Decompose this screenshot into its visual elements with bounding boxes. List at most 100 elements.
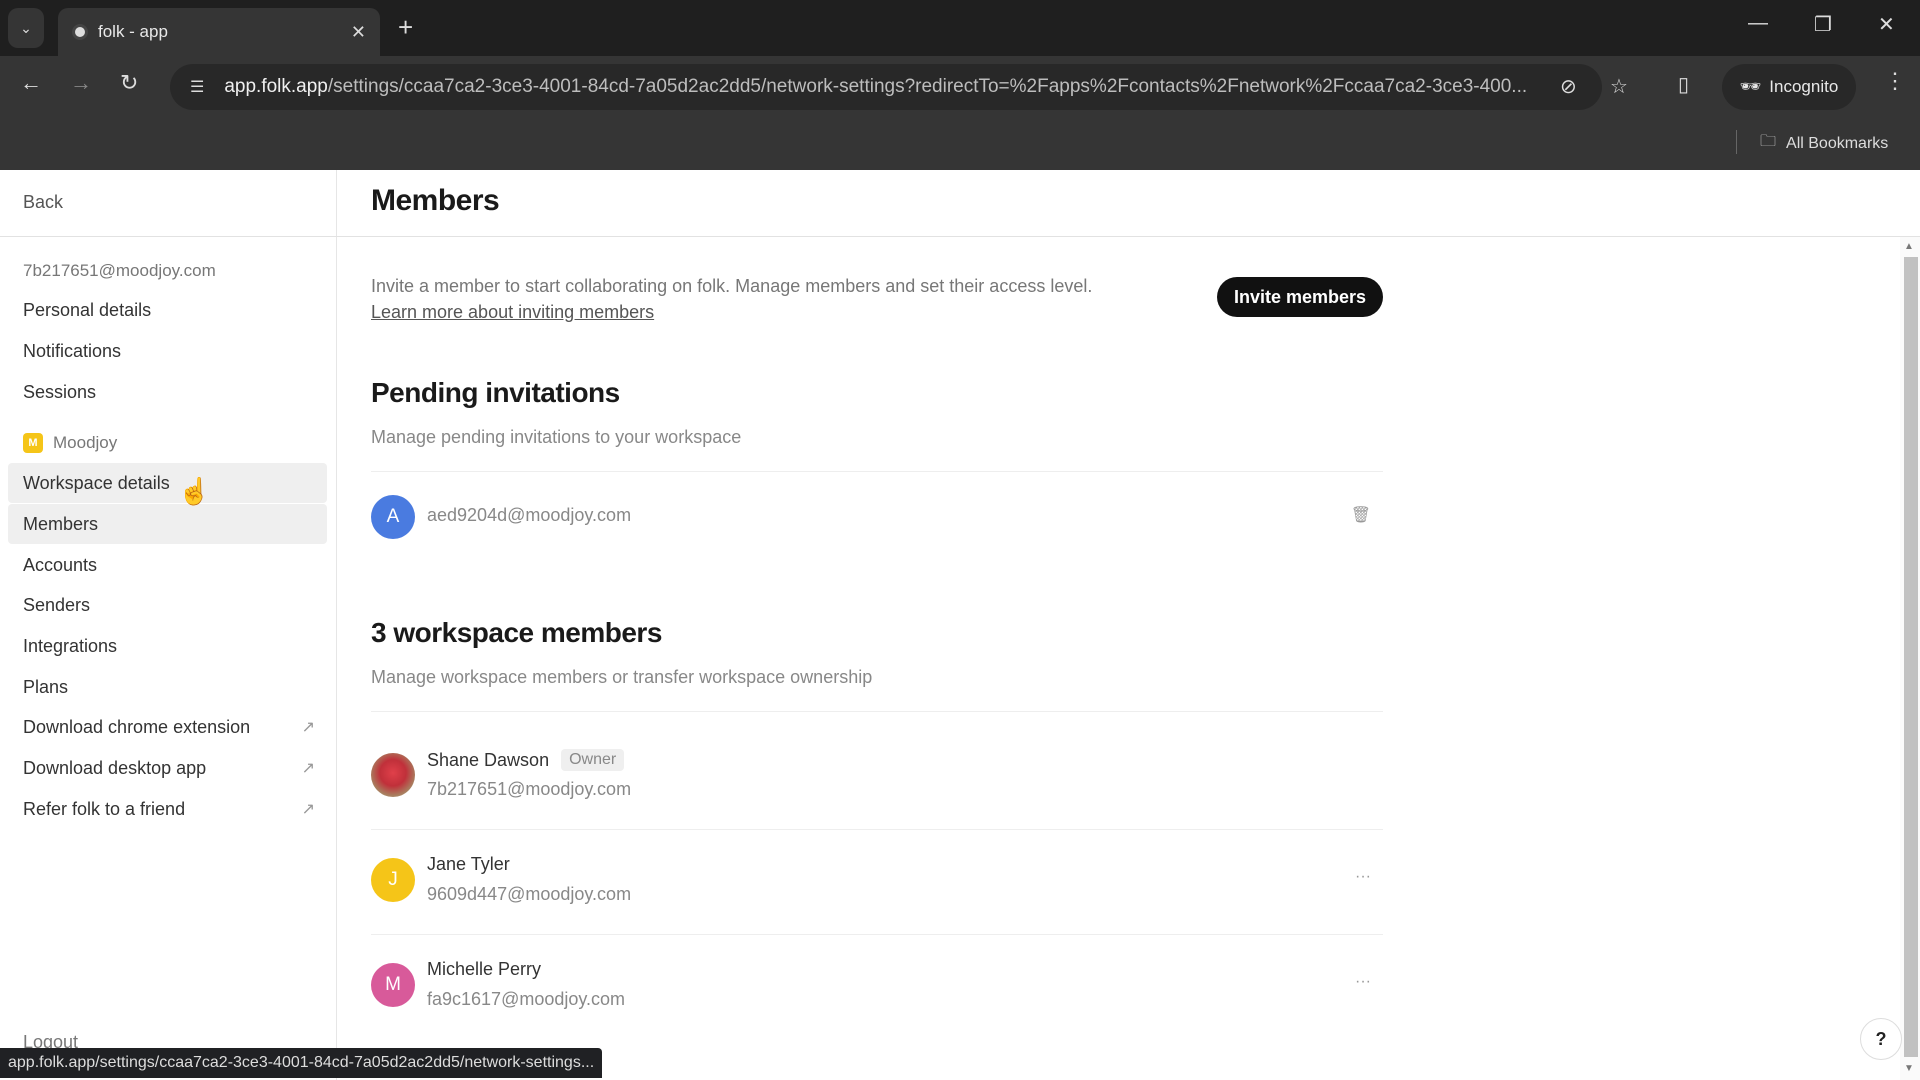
bookmarks-bar: 🗀 All Bookmarks	[0, 118, 1920, 170]
help-button[interactable]: ?	[1860, 1018, 1902, 1060]
more-options-icon[interactable]: ···	[1355, 868, 1371, 886]
incognito-indicator[interactable]: 🕶 Incognito	[1722, 64, 1856, 110]
external-link-icon: ↗	[301, 801, 315, 818]
scroll-down-arrow-icon[interactable]: ▼	[1904, 1063, 1914, 1074]
sidebar-item-sessions[interactable]: Sessions	[8, 372, 327, 412]
member-email: 9609d447@moodjoy.com	[427, 884, 632, 904]
sidebar-item-download-chrome-extension[interactable]: Download chrome extension ↗	[8, 707, 327, 747]
sidebar-item-label: Integrations	[23, 635, 118, 656]
trash-icon[interactable]: 🗑	[1351, 505, 1371, 525]
sidebar-item-senders[interactable]: Senders	[8, 585, 327, 625]
avatar: A	[371, 495, 415, 539]
sidebar-item-label: Plans	[23, 676, 69, 697]
account-email: 7b217651@moodjoy.com	[23, 261, 216, 280]
external-link-icon: ↗	[301, 719, 315, 736]
pending-invitation-row: A aed9204d@moodjoy.com 🗑	[371, 477, 1383, 557]
section-divider	[371, 471, 1383, 472]
back-arrow-icon[interactable]: ←	[20, 70, 42, 96]
scrollbar-thumb[interactable]	[1904, 257, 1918, 1057]
member-name-line: Michelle Perry	[427, 959, 541, 980]
sidebar-item-label: Sessions	[23, 381, 97, 402]
sidebar-item-refer-folk[interactable]: Refer folk to a friend ↗	[8, 789, 327, 829]
chevron-down-icon: ⌄	[20, 19, 32, 36]
sidebar-item-label: Workspace details	[23, 472, 170, 493]
reload-icon[interactable]: ↻	[120, 70, 138, 96]
sidebar-item-label: Notifications	[23, 340, 122, 361]
page-title: Members	[371, 184, 500, 217]
bookmarks-separator	[1736, 130, 1737, 154]
minimize-icon[interactable]: —	[1748, 12, 1768, 35]
member-row: Shane Dawson Owner 7b217651@moodjoy.com	[371, 725, 1383, 830]
browser-tab[interactable]: folk - app ✕	[58, 8, 380, 56]
more-menu-icon[interactable]: ⋮	[1884, 68, 1906, 94]
sidebar-item-label: Download desktop app	[23, 757, 207, 778]
member-row: M Michelle Perry fa9c1617@moodjoy.com ··…	[371, 935, 1383, 1040]
hand-cursor-icon: ☝	[178, 476, 211, 506]
sidebar-item-download-desktop-app[interactable]: Download desktop app ↗	[8, 748, 327, 788]
sidebar-item-label: Refer folk to a friend	[23, 798, 186, 819]
owner-badge: Owner	[561, 749, 625, 771]
settings-sidebar: Back 7b217651@moodjoy.com Personal detai…	[0, 170, 337, 1080]
avatar: M	[371, 963, 415, 1007]
url-host: app.folk.app	[224, 76, 328, 97]
invitee-email: aed9204d@moodjoy.com	[427, 505, 632, 525]
members-content: Invite a member to start collaborating o…	[337, 237, 1900, 1080]
new-tab-button[interactable]: +	[398, 12, 413, 43]
scroll-up-arrow-icon[interactable]: ▲	[1904, 241, 1914, 252]
main-scrollbar[interactable]: ▲ ▼	[1900, 237, 1920, 1080]
sidebar-item-notifications[interactable]: Notifications	[8, 331, 327, 371]
member-name-line: Jane Tyler	[427, 854, 510, 875]
tab-search-button[interactable]: ⌄	[8, 8, 44, 48]
sidebar-item-label: Personal details	[23, 299, 152, 320]
workspace-members-subtitle: Manage workspace members or transfer wor…	[371, 667, 873, 687]
side-panel-icon[interactable]: ▯	[1678, 72, 1689, 97]
url-path: /settings/ccaa7ca2-3ce3-4001-84cd-7a05d2…	[327, 76, 1528, 97]
sidebar-item-label: Accounts	[23, 554, 98, 575]
sidebar-item-workspace-details[interactable]: Workspace details	[8, 463, 327, 503]
workspace-members-title: 3 workspace members	[371, 617, 662, 648]
address-bar[interactable]: ☰ app.folk.app/settings/ccaa7ca2-3ce3-40…	[170, 64, 1628, 110]
member-name: Shane Dawson	[427, 749, 550, 770]
intro-description: Invite a member to start collaborating o…	[371, 276, 1093, 296]
member-name: Michelle Perry	[427, 959, 542, 979]
pending-invitations-subtitle: Manage pending invitations to your works…	[371, 427, 742, 447]
window-close-icon[interactable]: ✕	[1878, 12, 1895, 37]
member-name: Jane Tyler	[427, 854, 510, 874]
sidebar-item-label: Members	[23, 513, 99, 534]
back-link[interactable]: Back	[23, 192, 63, 213]
member-name-line: Shane Dawson Owner	[427, 749, 625, 771]
sidebar-item-label: Download chrome extension	[23, 716, 251, 737]
incognito-icon: 🕶	[1739, 77, 1762, 96]
sidebar-item-integrations[interactable]: Integrations	[8, 626, 327, 666]
star-icon[interactable]: ☆	[1610, 74, 1628, 99]
learn-more-link[interactable]: Learn more about inviting members	[371, 299, 1092, 325]
sidebar-item-accounts[interactable]: Accounts	[8, 545, 327, 585]
eye-off-icon[interactable]: ⊘	[1560, 74, 1577, 99]
all-bookmarks-button[interactable]: 🗀 All Bookmarks	[1760, 130, 1888, 157]
more-options-icon[interactable]: ···	[1355, 973, 1371, 991]
member-email: 7b217651@moodjoy.com	[427, 779, 632, 799]
all-bookmarks-label: All Bookmarks	[1786, 134, 1889, 152]
site-settings-icon[interactable]: ☰	[190, 77, 204, 97]
close-icon[interactable]: ✕	[351, 22, 366, 43]
member-email: fa9c1617@moodjoy.com	[427, 989, 626, 1009]
browser-toolbar: ← → ↻ ☰ app.folk.app/settings/ccaa7ca2-3…	[0, 56, 1920, 118]
sidebar-item-plans[interactable]: Plans	[8, 667, 327, 707]
external-link-icon: ↗	[301, 760, 315, 777]
incognito-label: Incognito	[1769, 77, 1839, 96]
restore-icon[interactable]: ❐	[1814, 12, 1832, 37]
section-divider	[371, 711, 1383, 712]
page-header: Members	[337, 170, 1920, 237]
status-bar-url: app.folk.app/settings/ccaa7ca2-3ce3-4001…	[0, 1048, 603, 1078]
tab-title: folk - app	[98, 22, 168, 41]
workspace-label: M Moodjoy	[23, 433, 117, 453]
url-text[interactable]: app.folk.app/settings/ccaa7ca2-3ce3-4001…	[224, 76, 1544, 98]
avatar	[371, 753, 415, 797]
forward-arrow-icon[interactable]: →	[70, 70, 92, 96]
invite-members-button[interactable]: Invite members	[1217, 277, 1383, 317]
sidebar-item-label: Senders	[23, 594, 91, 615]
sidebar-item-personal-details[interactable]: Personal details	[8, 290, 327, 330]
sidebar-item-members[interactable]: Members	[8, 504, 327, 544]
browser-tab-bar: ⌄ folk - app ✕ + — ❐ ✕	[0, 0, 1920, 56]
workspace-badge: M	[23, 433, 43, 453]
